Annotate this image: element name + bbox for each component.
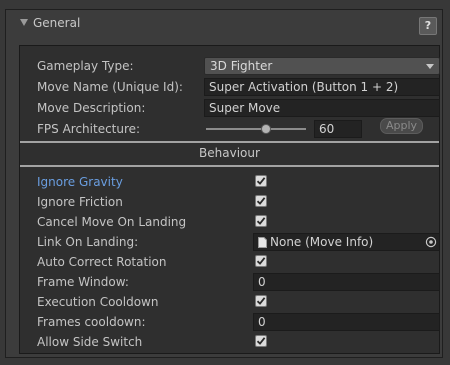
triangle-down-icon[interactable]: [20, 19, 28, 26]
frames-cooldown-field[interactable]: 0: [253, 313, 440, 331]
frame-window-row: Frame Window: 0: [20, 273, 440, 291]
general-panel: General ? Gameplay Type: 3D Fighter Move…: [5, 9, 443, 358]
ignore-friction-row: Ignore Friction: [20, 193, 439, 211]
auto-correct-rotation-row: Auto Correct Rotation: [20, 253, 439, 271]
gameplay-type-label: Gameplay Type:: [37, 59, 134, 73]
move-description-label: Move Description:: [37, 101, 146, 115]
link-on-landing-value: None (Move Info): [270, 235, 374, 249]
frames-cooldown-row: Frames cooldown: 0: [20, 313, 440, 331]
gameplay-type-row: Gameplay Type: 3D Fighter: [20, 57, 440, 75]
panel-title: General: [33, 16, 81, 30]
section-divider-bottom: [20, 165, 439, 167]
move-name-label: Move Name (Unique Id):: [37, 80, 183, 94]
frames-cooldown-label: Frames cooldown:: [37, 315, 146, 329]
cancel-move-on-landing-checkbox[interactable]: [255, 215, 267, 227]
gameplay-type-dropdown[interactable]: 3D Fighter: [204, 57, 440, 75]
move-name-row: Move Name (Unique Id): Super Activation …: [20, 78, 440, 96]
fps-slider-track[interactable]: [206, 128, 306, 130]
ignore-gravity-label: Ignore Gravity: [37, 175, 123, 189]
ignore-friction-label: Ignore Friction: [37, 195, 123, 209]
document-icon: [258, 237, 267, 248]
fps-architecture-row: FPS Architecture: 60 Apply: [20, 118, 439, 138]
allow-side-switch-label: Allow Side Switch: [37, 335, 143, 349]
execution-cooldown-label: Execution Cooldown: [37, 295, 159, 309]
frame-window-field[interactable]: 0: [253, 273, 440, 291]
checkmark-icon: [256, 297, 266, 305]
gameplay-type-value: 3D Fighter: [210, 59, 273, 73]
checkmark-icon: [256, 197, 266, 205]
execution-cooldown-checkbox[interactable]: [255, 295, 267, 307]
general-foldout-header[interactable]: General ?: [6, 10, 442, 38]
execution-cooldown-row: Execution Cooldown: [20, 293, 439, 311]
chevron-down-icon: [426, 64, 434, 69]
general-content: Gameplay Type: 3D Fighter Move Name (Uni…: [19, 45, 440, 354]
move-description-field[interactable]: Super Move: [204, 99, 440, 117]
auto-correct-rotation-checkbox[interactable]: [255, 255, 267, 267]
ignore-friction-checkbox[interactable]: [255, 195, 267, 207]
fps-value-field[interactable]: 60: [314, 120, 362, 138]
apply-button[interactable]: Apply: [380, 118, 423, 134]
checkmark-icon: [256, 257, 266, 265]
checkmark-icon: [256, 177, 266, 185]
allow-side-switch-checkbox[interactable]: [255, 335, 267, 347]
target-icon[interactable]: [425, 236, 437, 248]
cancel-move-on-landing-label: Cancel Move On Landing: [37, 215, 187, 229]
frame-window-label: Frame Window:: [37, 275, 129, 289]
ignore-gravity-checkbox[interactable]: [255, 175, 267, 187]
checkmark-icon: [256, 217, 266, 225]
behaviour-section-title: Behaviour: [199, 146, 260, 160]
move-description-row: Move Description: Super Move: [20, 99, 440, 117]
cancel-move-on-landing-row: Cancel Move On Landing: [20, 213, 439, 231]
fps-architecture-label: FPS Architecture:: [37, 122, 141, 136]
move-name-field[interactable]: Super Activation (Button 1 + 2): [204, 78, 440, 96]
allow-side-switch-row: Allow Side Switch: [20, 333, 439, 351]
link-on-landing-row: Link On Landing: None (Move Info): [20, 233, 440, 251]
fps-slider-thumb[interactable]: [261, 124, 271, 134]
auto-correct-rotation-label: Auto Correct Rotation: [37, 255, 167, 269]
link-on-landing-label: Link On Landing:: [37, 235, 139, 249]
checkmark-icon: [256, 337, 266, 345]
help-button[interactable]: ?: [419, 17, 437, 35]
ignore-gravity-row: Ignore Gravity: [20, 173, 439, 191]
link-on-landing-object-field[interactable]: None (Move Info): [253, 233, 440, 251]
